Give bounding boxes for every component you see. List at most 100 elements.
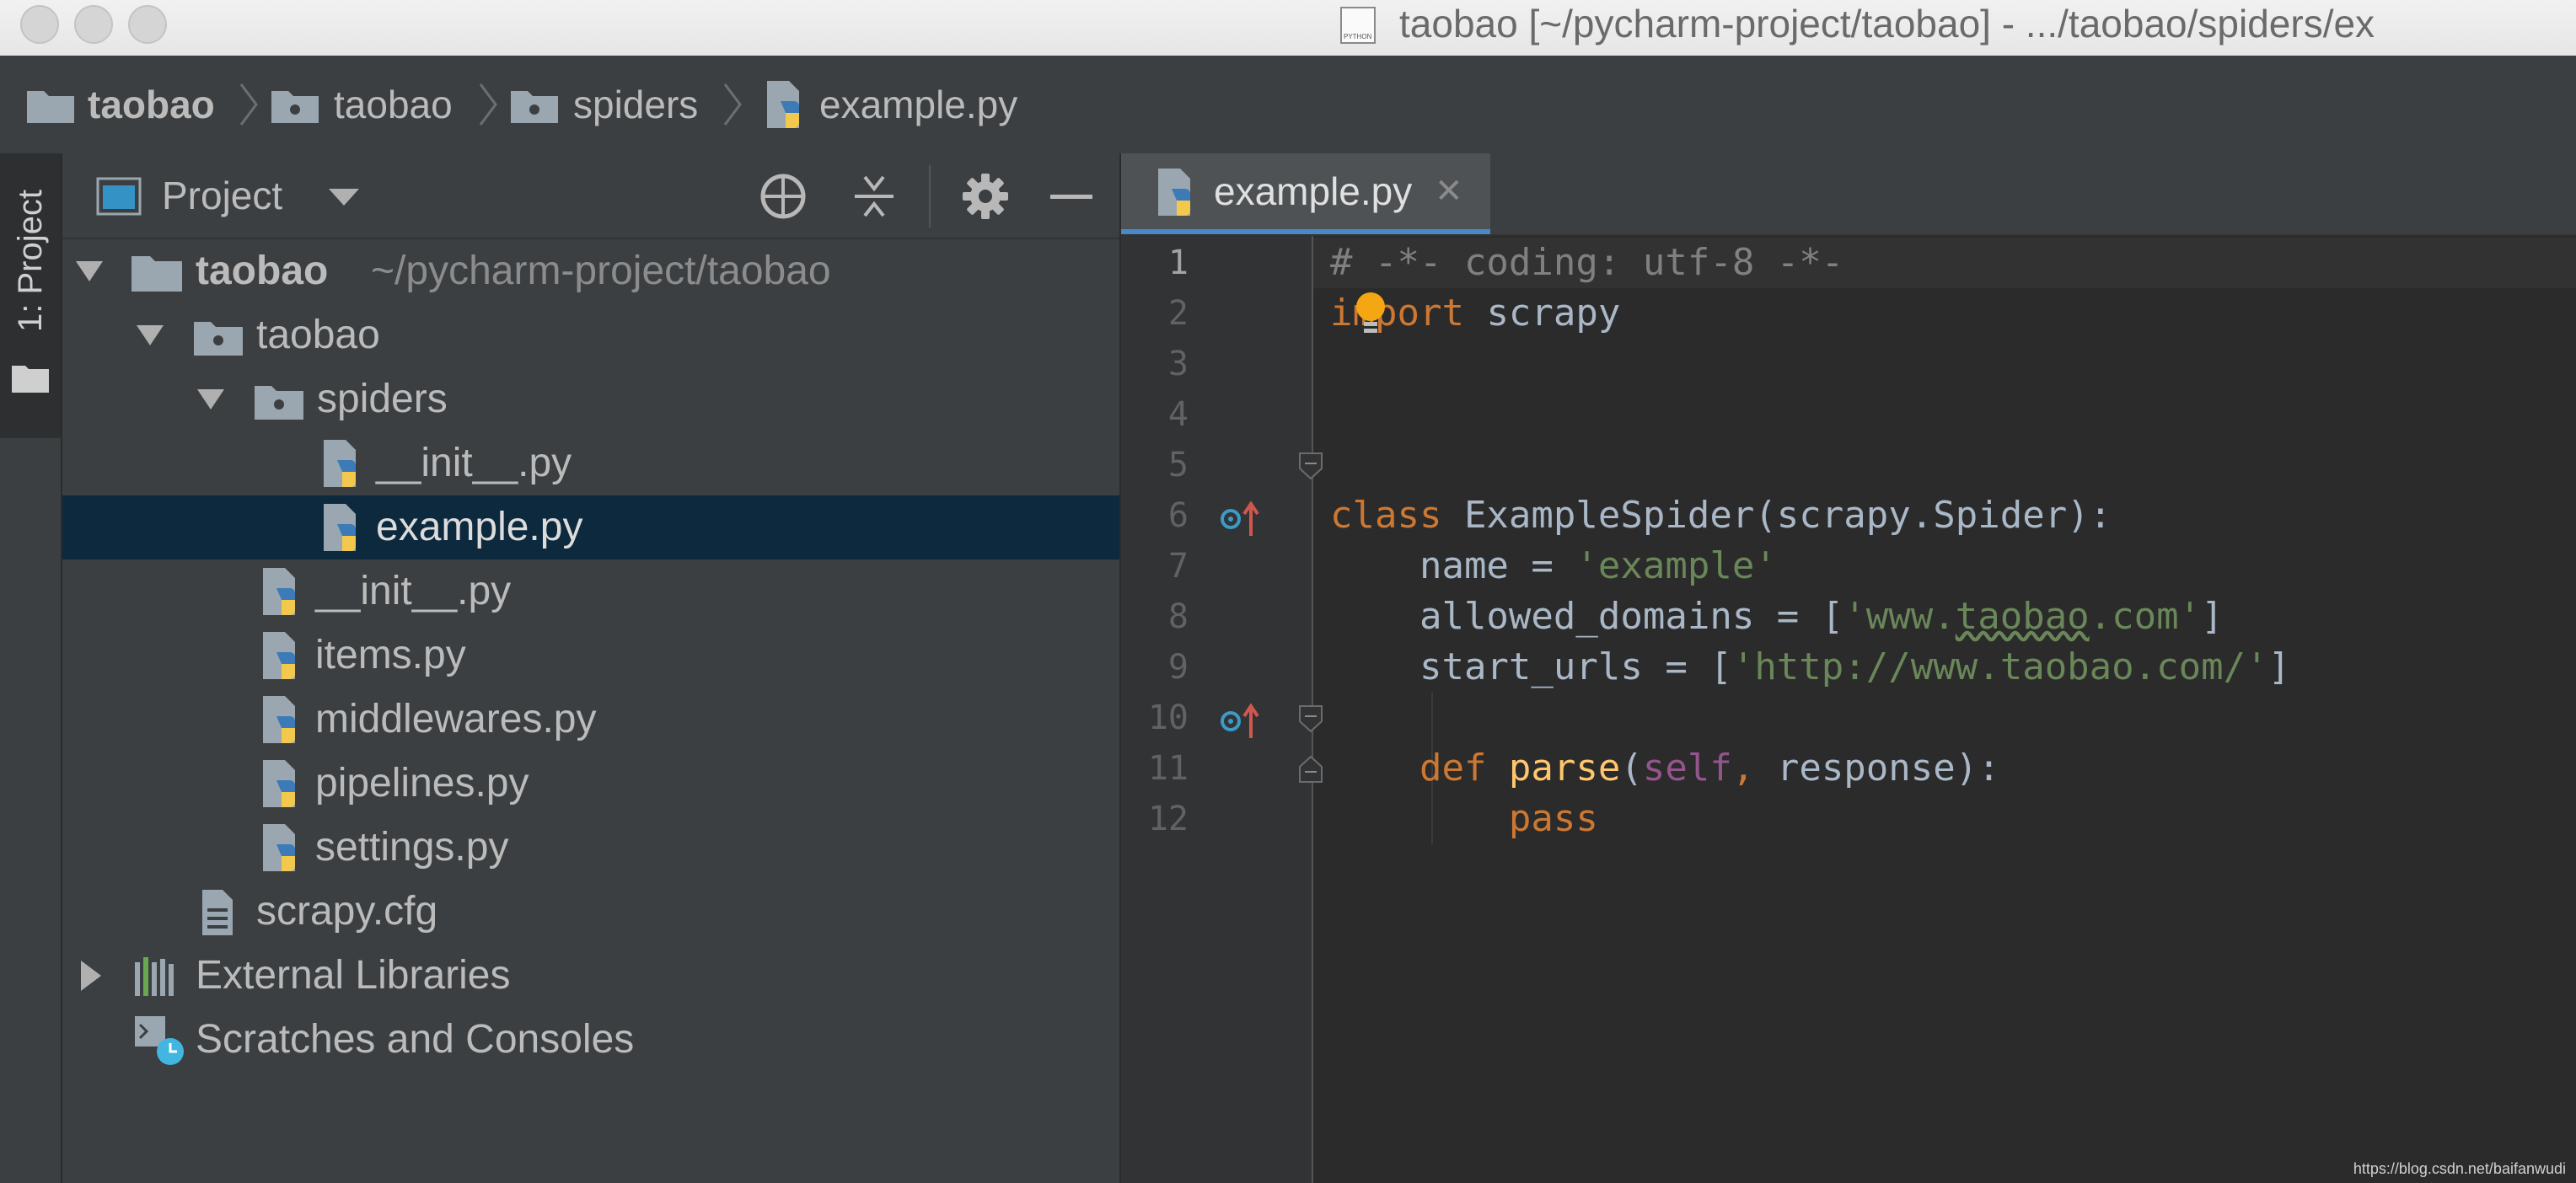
code-line-11[interactable]: pass <box>1330 794 1598 844</box>
breadcrumb-item[interactable]: taobao <box>88 56 215 153</box>
code-text: allowed_domains = [ <box>1330 595 1844 638</box>
gear-icon[interactable] <box>961 172 1010 221</box>
code-text: response): <box>1754 747 2000 790</box>
editor-tab-bar: example.py ✕ <box>1121 153 2576 236</box>
fold-marker-icon[interactable] <box>1298 452 1325 480</box>
tree-item-label: taobao <box>256 313 380 357</box>
code-editor: example.py ✕ 1 2 3 4 5 6 7 8 9 10 11 12 <box>1121 153 2576 1183</box>
chevron-down-icon[interactable] <box>135 303 165 367</box>
tree-item-file[interactable]: pipelines.py <box>62 752 1119 816</box>
line-number: 6 <box>1167 496 1189 535</box>
libraries-icon <box>135 957 174 996</box>
chevron-down-icon[interactable] <box>196 367 226 431</box>
tree-item-file[interactable]: settings.py <box>62 816 1119 880</box>
breadcrumb-item[interactable]: taobao <box>334 56 453 153</box>
locate-target-icon[interactable] <box>759 172 808 221</box>
editor-gutter: 1 2 3 4 5 6 7 8 9 10 11 12 <box>1121 236 1323 1183</box>
tree-item-label: settings.py <box>315 825 509 870</box>
tree-item-scratches[interactable]: Scratches and Consoles <box>62 1008 1119 1072</box>
watermark: https://blog.csdn.net/baifanwudi <box>2353 1160 2566 1177</box>
python-file-icon <box>263 760 295 807</box>
collapse-all-icon[interactable] <box>850 172 899 221</box>
tree-item-file-selected[interactable]: example.py <box>62 495 1119 559</box>
code-keyword: def <box>1330 747 1509 790</box>
code-keyword: , <box>1731 747 1755 790</box>
code-self: self <box>1642 747 1732 790</box>
tree-item-project-root[interactable]: taobao ~/pycharm-project/taobao <box>62 239 1119 303</box>
project-view-selector[interactable]: Project <box>162 153 282 238</box>
code-string: 'example' <box>1575 544 1777 587</box>
overrides-method-icon[interactable] <box>1219 703 1263 740</box>
code-string: 'http://www.taobao.com/' <box>1731 645 2268 688</box>
tree-item-package[interactable]: taobao <box>62 303 1119 367</box>
python-file-icon <box>767 81 799 128</box>
chevron-down-icon[interactable] <box>329 187 359 207</box>
toolbar-divider <box>929 165 931 228</box>
tree-item-file[interactable]: __init__.py <box>62 559 1119 624</box>
folder-icon <box>131 256 182 292</box>
tree-item-label: middlewares.py <box>315 697 597 741</box>
chevron-down-icon[interactable] <box>74 239 105 303</box>
code-text: ExampleSpider(scrapy.Spider): <box>1441 494 2112 537</box>
chevron-right-icon <box>723 83 742 126</box>
python-file-icon <box>263 696 295 743</box>
window-title: taobao [~/pycharm-project/taobao] - .../… <box>1399 2 2375 46</box>
python-file-icon <box>263 632 295 679</box>
code-line-1[interactable]: # -*- coding: utf-8 -*- <box>1330 238 1843 288</box>
breadcrumb-item[interactable]: example.py <box>819 56 1017 153</box>
code-line-7[interactable]: allowed_domains = ['www.taobao.com'] <box>1330 592 2224 642</box>
zoom-window-button[interactable] <box>128 5 167 44</box>
line-number: 2 <box>1167 294 1189 333</box>
tree-item-file[interactable]: middlewares.py <box>62 688 1119 752</box>
tree-item-file[interactable]: items.py <box>62 624 1119 688</box>
tree-item-label: pipelines.py <box>315 761 529 806</box>
python-file-icon <box>263 824 295 871</box>
editor-tab-label: example.py <box>1214 169 1413 213</box>
hide-panel-icon[interactable] <box>1047 172 1096 221</box>
code-line-6[interactable]: name = 'example' <box>1330 541 1777 592</box>
scratches-icon <box>135 1016 184 1065</box>
file-icon-caption: PYTHON <box>1344 33 1372 40</box>
breadcrumb-item[interactable]: spiders <box>573 56 698 153</box>
tree-item-label: Scratches and Consoles <box>196 1017 635 1062</box>
code-text: start_urls = [ <box>1330 645 1732 688</box>
code-keyword: import <box>1330 292 1464 335</box>
overrides-method-icon[interactable] <box>1219 500 1263 538</box>
fold-marker-icon[interactable] <box>1298 704 1325 733</box>
line-number: 5 <box>1167 446 1189 484</box>
title-bar: PYTHON taobao [~/pycharm-project/taobao]… <box>0 0 2576 57</box>
line-number: 9 <box>1167 648 1189 687</box>
line-number: 10 <box>1147 699 1189 737</box>
close-tab-icon[interactable]: ✕ <box>1435 153 1463 229</box>
chevron-right-icon <box>479 83 497 126</box>
code-text: scrapy <box>1463 292 1621 335</box>
tree-item-label: __init__.py <box>376 441 572 485</box>
fold-end-marker-icon[interactable] <box>1298 755 1325 784</box>
code-keyword: class <box>1330 494 1442 537</box>
tree-item-file[interactable]: scrapy.cfg <box>62 880 1119 944</box>
active-tab-indicator <box>1121 229 1490 234</box>
lightbulb-icon[interactable] <box>1354 290 1387 337</box>
tree-item-package[interactable]: spiders <box>62 367 1119 431</box>
code-function-name: parse <box>1508 747 1621 790</box>
chevron-right-icon[interactable] <box>76 944 106 1008</box>
minimize-window-button[interactable] <box>74 5 113 44</box>
tree-item-external-libraries[interactable]: External Libraries <box>62 944 1119 1008</box>
project-panel-header: Project <box>62 153 1119 239</box>
tree-item-label: taobao <box>196 249 329 293</box>
line-number: 1 <box>1167 244 1189 282</box>
close-window-button[interactable] <box>20 5 59 44</box>
tree-item-label: spiders <box>317 377 448 421</box>
tree-item-path: ~/pycharm-project/taobao <box>371 249 831 293</box>
text-file-icon <box>202 890 233 935</box>
package-folder-icon <box>194 322 243 356</box>
line-number: 11 <box>1147 749 1189 788</box>
editor-tab-example-py[interactable]: example.py ✕ <box>1121 153 1490 234</box>
tree-item-file[interactable]: __init__.py <box>62 431 1119 495</box>
code-line-10[interactable]: def parse(self, response): <box>1330 743 2000 794</box>
line-number: 8 <box>1167 597 1189 636</box>
navigation-bar: taobao taobao spiders example.py <box>0 56 2576 155</box>
code-line-8[interactable]: start_urls = ['http://www.taobao.com/'] <box>1330 642 2290 693</box>
code-line-5[interactable]: class ExampleSpider(scrapy.Spider): <box>1330 490 2112 541</box>
package-folder-icon <box>255 386 303 420</box>
